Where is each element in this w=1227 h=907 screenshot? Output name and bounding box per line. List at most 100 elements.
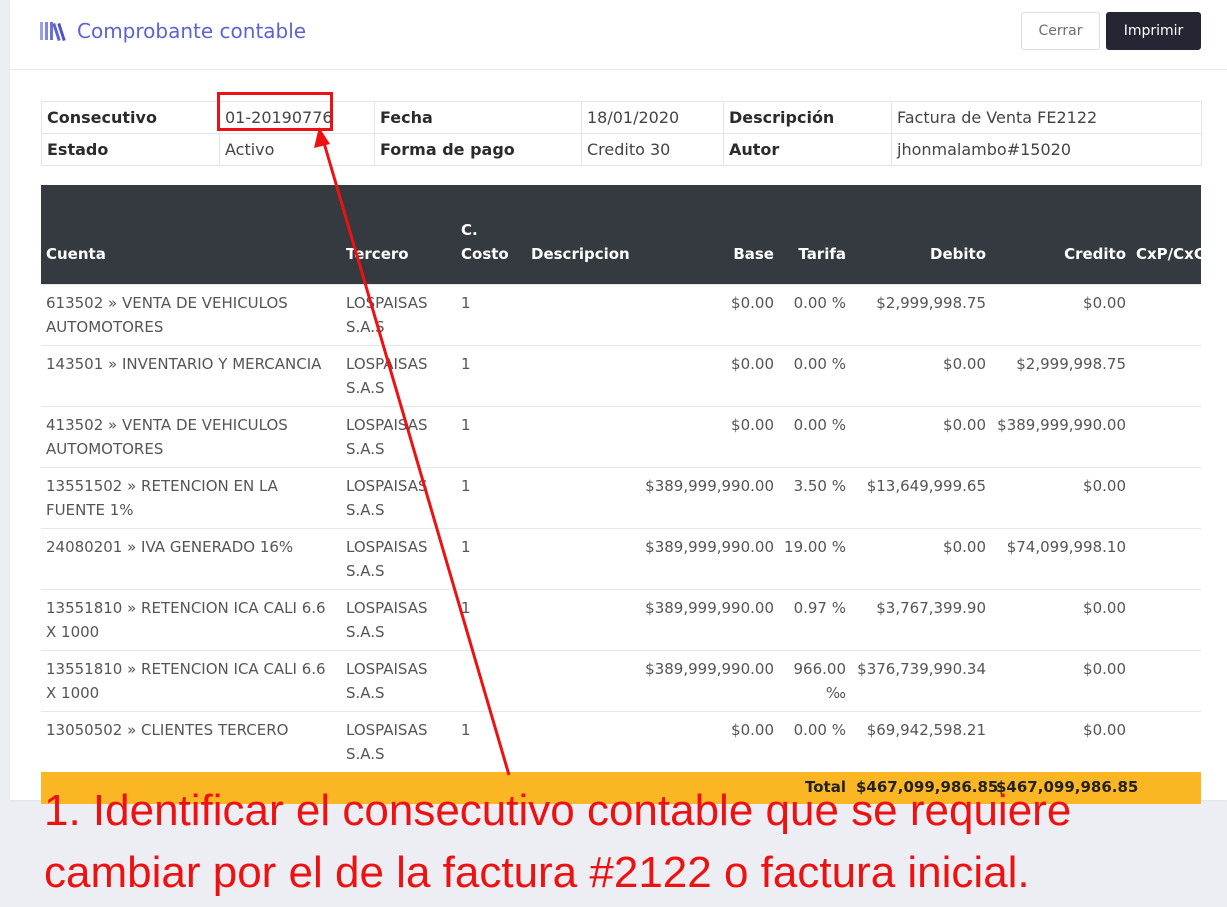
cell-costo: 1 [456,284,526,346]
table-row: 24080201 » IVA GENERADO 16% LOSPAISAS S.A… [41,528,1201,590]
table-row: 13551810 » RETENCION ICA CALI 6.6 X 1000… [41,589,1201,651]
descripcion-value: Factura de Venta FE2122 [891,101,1202,134]
cell-costo: 1 [456,589,526,651]
table-row: 13551502 » RETENCION EN LA FUENTE 1% LOSP… [41,467,1201,529]
cell-descripcion [526,406,636,468]
cell-cuenta: 13551502 » RETENCION EN LA FUENTE 1% [41,467,341,529]
cell-base: $0.00 [636,345,779,407]
cell-descripcion [526,528,636,590]
cell-cxp [1131,650,1201,712]
cell-costo [456,650,526,712]
table-row: 413502 » VENTA DE VEHICULOS AUTOMOTORES L… [41,406,1201,468]
col-header-tercero[interactable]: Tercero [341,185,456,285]
cell-costo: 1 [456,345,526,407]
voucher-card: Comprobante contable Cerrar Imprimir Con… [10,0,1227,804]
estado-value: Activo [219,133,375,166]
cell-cuenta: 13551810 » RETENCION ICA CALI 6.6 X 1000 [41,589,341,651]
forma-pago-value: Credito 30 [581,133,724,166]
cell-cuenta: 143501 » INVENTARIO Y MERCANCIA [41,345,341,407]
cell-tarifa: 0.00 % [779,345,851,407]
books-icon [40,22,66,42]
cell-credito: $0.00 [991,711,1131,772]
col-header-debito[interactable]: Debito [851,185,991,285]
col-header-cxp[interactable]: CxP/CxC [1131,185,1205,285]
col-header-descripcion[interactable]: Descripcion [526,185,636,285]
consecutivo-highlight-box [217,92,333,131]
cell-cxp [1131,711,1201,772]
annotation-text: 1. Identificar el consecutivo contable q… [44,786,1072,897]
cell-base: $0.00 [636,711,779,772]
cell-tercero: LOSPAISAS S.A.S [341,650,456,712]
cell-cxp [1131,467,1201,529]
cell-credito: $0.00 [991,589,1131,651]
col-header-cuenta[interactable]: Cuenta [41,185,341,285]
col-header-credito[interactable]: Credito [991,185,1131,285]
cell-descripcion [526,345,636,407]
cell-costo: 1 [456,406,526,468]
table-row: 143501 » INVENTARIO Y MERCANCIA LOSPAISAS… [41,345,1201,407]
cell-debito: $2,999,998.75 [851,284,991,346]
descripcion-label: Descripción [723,101,892,134]
cell-base: $0.00 [636,284,779,346]
cell-cxp [1131,589,1201,651]
cell-cuenta: 413502 » VENTA DE VEHICULOS AUTOMOTORES [41,406,341,468]
cell-debito: $69,942,598.21 [851,711,991,772]
entries-table: Cuenta Tercero C. Costo Descripcion Base… [41,185,1205,804]
cell-credito: $0.00 [991,650,1131,712]
cell-tercero: LOSPAISAS S.A.S [341,528,456,590]
cell-debito: $0.00 [851,345,991,407]
cell-base: $389,999,990.00 [636,589,779,651]
fecha-label: Fecha [374,101,582,134]
voucher-info-table: Consecutivo 01-20190776 Fecha 18/01/2020… [41,101,1202,166]
cell-tercero: LOSPAISAS S.A.S [341,406,456,468]
print-button[interactable]: Imprimir [1106,12,1201,50]
cell-descripcion [526,589,636,651]
cell-tercero: LOSPAISAS S.A.S [341,284,456,346]
cell-tarifa: 3.50 % [779,467,851,529]
cell-debito: $3,767,399.90 [851,589,991,651]
cell-debito: $0.00 [851,528,991,590]
col-header-costo[interactable]: C. Costo [456,185,526,285]
cell-cuenta: 613502 » VENTA DE VEHICULOS AUTOMOTORES [41,284,341,346]
col-header-base[interactable]: Base [636,185,779,285]
cell-cuenta: 13551810 » RETENCION ICA CALI 6.6 X 1000 [41,650,341,712]
cell-tarifa: 0.97 % [779,589,851,651]
cell-tercero: LOSPAISAS S.A.S [341,589,456,651]
cell-debito: $13,649,999.65 [851,467,991,529]
table-header-row: Cuenta Tercero C. Costo Descripcion Base… [41,185,1205,285]
close-button[interactable]: Cerrar [1021,12,1100,50]
col-header-tarifa[interactable]: Tarifa [779,185,851,285]
cell-tarifa: 19.00 % [779,528,851,590]
cell-cxp [1131,345,1201,407]
cell-base: $389,999,990.00 [636,467,779,529]
cell-cuenta: 24080201 » IVA GENERADO 16% [41,528,341,590]
cell-costo: 1 [456,467,526,529]
cell-credito: $2,999,998.75 [991,345,1131,407]
autor-value: jhonmalambo#15020 [891,133,1202,166]
cell-descripcion [526,711,636,772]
table-row: 613502 » VENTA DE VEHICULOS AUTOMOTORES L… [41,284,1201,346]
cell-credito: $74,099,998.10 [991,528,1131,590]
cell-tarifa: 0.00 % [779,284,851,346]
estado-label: Estado [41,133,220,166]
cell-descripcion [526,467,636,529]
cell-cxp [1131,284,1201,346]
info-row: Consecutivo 01-20190776 Fecha 18/01/2020… [41,101,1202,134]
cell-credito: $389,999,990.00 [991,406,1131,468]
fecha-value: 18/01/2020 [581,101,724,134]
cell-costo: 1 [456,528,526,590]
table-row: 13050502 » CLIENTES TERCERO LOSPAISAS S.A… [41,711,1201,772]
cell-cxp [1131,528,1201,590]
cell-tarifa: 966.00 ‰ [779,650,851,712]
page-title: Comprobante contable [77,19,307,43]
cell-cxp [1131,406,1201,468]
forma-pago-label: Forma de pago [374,133,582,166]
cell-cuenta: 13050502 » CLIENTES TERCERO [41,711,341,772]
cell-tarifa: 0.00 % [779,711,851,772]
page-header: Comprobante contable Cerrar Imprimir [10,0,1227,70]
cell-base: $389,999,990.00 [636,528,779,590]
cell-tercero: LOSPAISAS S.A.S [341,711,456,772]
cell-credito: $0.00 [991,467,1131,529]
cell-debito: $376,739,990.34 [851,650,991,712]
info-row: Estado Activo Forma de pago Credito 30 A… [41,133,1202,166]
